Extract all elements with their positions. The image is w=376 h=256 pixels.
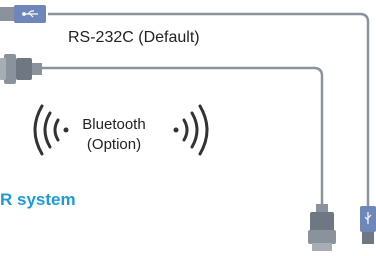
bluetooth-option-label: (Option) — [86, 136, 142, 153]
rs232-label: RS-232C (Default) — [68, 29, 200, 46]
connection-diagram: RS-232C (Default) Bluetooth (Option) R s… — [0, 0, 376, 251]
db9-connector-icon — [308, 204, 336, 251]
usb-connector-top — [0, 5, 46, 23]
bluetooth-label: Bluetooth — [82, 116, 146, 133]
wireless-waves-icon — [173, 104, 209, 156]
system-label: R system — [0, 190, 76, 209]
db9-connector-icon — [0, 54, 42, 84]
wireless-waves-icon — [33, 104, 69, 156]
usb-connector-bottom — [360, 206, 376, 244]
